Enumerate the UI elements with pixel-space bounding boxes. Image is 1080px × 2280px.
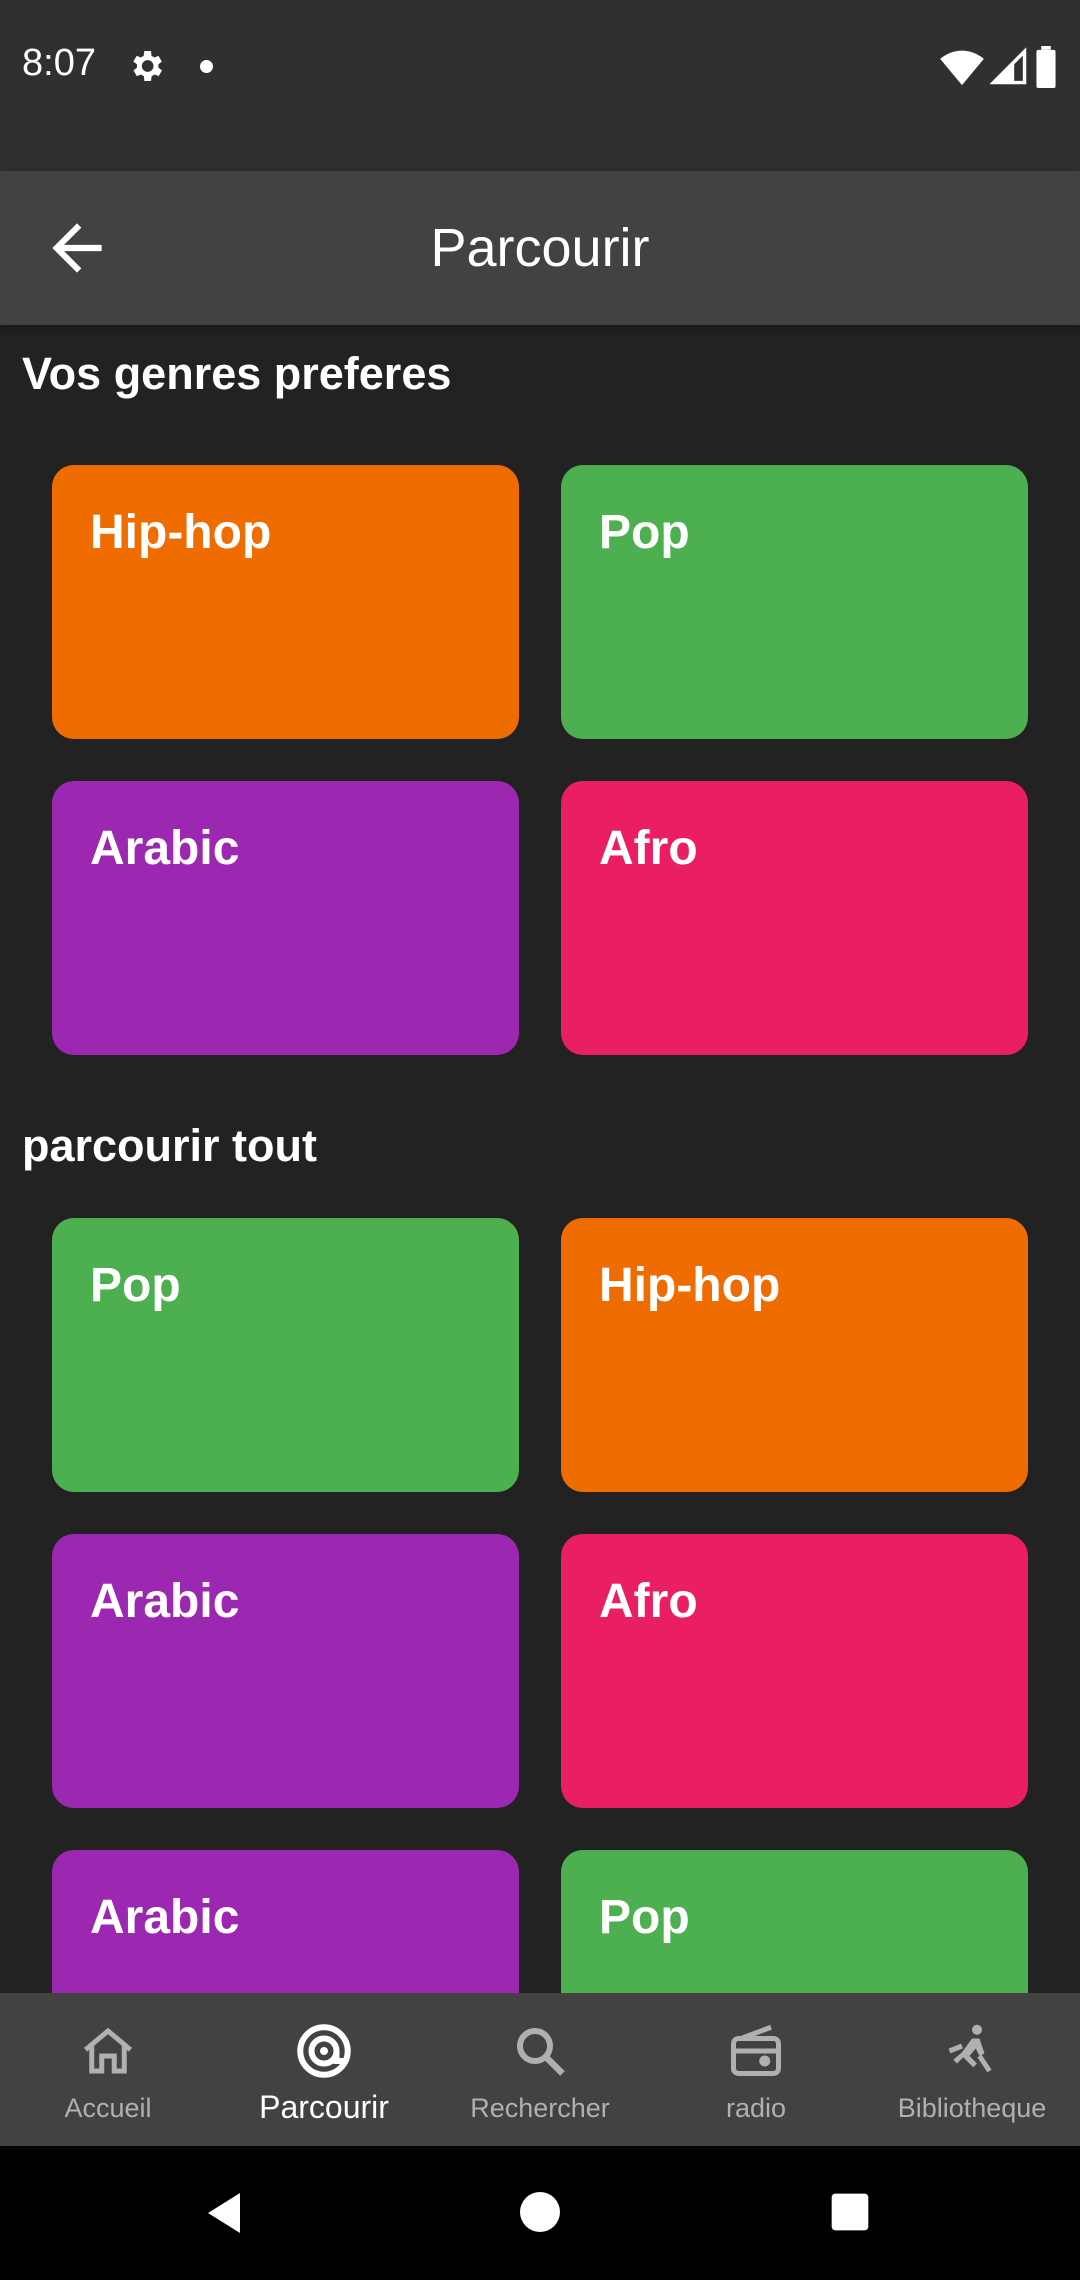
genre-card-label: Arabic — [90, 1575, 240, 1628]
system-navigation-bar — [0, 2146, 1080, 2280]
nav-item-accueil[interactable]: Accueil — [0, 1993, 216, 2146]
browse-all-title: parcourir tout — [22, 1120, 318, 1171]
bottom-navigation: Accueil Parcourir Rechercher radio Bibli… — [0, 1993, 1080, 2146]
home-icon — [83, 2027, 133, 2074]
genre-card-label: Pop — [599, 506, 690, 559]
genre-card-afro[interactable]: Afro — [561, 1534, 1028, 1808]
genre-card-label: Hip-hop — [90, 506, 272, 559]
genre-card-afro[interactable]: Afro — [561, 781, 1028, 1055]
favorite-genres-title: Vos genres preferes — [22, 348, 452, 399]
status-time: 8:07 — [22, 42, 96, 84]
battery-icon — [1036, 46, 1056, 88]
genre-card-arabic[interactable]: Arabic — [52, 781, 519, 1055]
search-icon — [517, 2028, 565, 2076]
genre-card-label: Afro — [599, 1575, 698, 1628]
genre-card-label: Afro — [599, 822, 698, 875]
nav-label: radio — [725, 2093, 787, 2123]
nav-item-rechercher[interactable]: Rechercher — [432, 1993, 648, 2146]
genre-card-pop[interactable]: Pop — [561, 1850, 1028, 1993]
status-bar: 8:07 — [0, 0, 1080, 171]
genre-card-pop[interactable]: Pop — [561, 465, 1028, 739]
wifi-icon — [940, 50, 984, 86]
browse-icon — [297, 2024, 351, 2078]
genre-card-arabic[interactable]: Arabic — [52, 1850, 519, 1993]
nav-label: Rechercher — [470, 2093, 610, 2123]
library-icon — [948, 2024, 992, 2073]
genre-card-label: Arabic — [90, 1891, 240, 1944]
nav-label: Accueil — [64, 2093, 152, 2123]
radio-icon — [731, 2024, 781, 2076]
nav-item-radio[interactable]: radio — [648, 1993, 864, 2146]
genre-card-label: Hip-hop — [599, 1259, 781, 1312]
genre-card-pop[interactable]: Pop — [52, 1218, 519, 1492]
notification-dot-icon — [200, 60, 213, 73]
genre-card-label: Arabic — [90, 822, 240, 875]
cell-signal-icon — [990, 47, 1027, 85]
nav-item-parcourir[interactable]: Parcourir — [216, 1993, 432, 2146]
settings-icon — [133, 51, 162, 81]
browse-content[interactable]: Vos genres preferes Hip-hop Pop Arabic A… — [0, 325, 1080, 1993]
page-title: Parcourir — [430, 218, 650, 278]
genre-card-hip-hop[interactable]: Hip-hop — [561, 1218, 1028, 1492]
genre-card-arabic[interactable]: Arabic — [52, 1534, 519, 1808]
nav-label: Bibliotheque — [897, 2093, 1047, 2123]
genre-card-label: Pop — [90, 1259, 181, 1312]
genre-card-hip-hop[interactable]: Hip-hop — [52, 465, 519, 739]
home-nav-icon[interactable] — [516, 2188, 564, 2236]
genre-card-label: Pop — [599, 1891, 690, 1944]
back-nav-icon[interactable] — [200, 2188, 248, 2238]
nav-item-bibliotheque[interactable]: Bibliotheque — [864, 1993, 1080, 2146]
recents-nav-icon[interactable] — [828, 2190, 872, 2234]
nav-label: Parcourir — [259, 2089, 389, 2125]
app-bar: Parcourir — [0, 171, 1080, 325]
